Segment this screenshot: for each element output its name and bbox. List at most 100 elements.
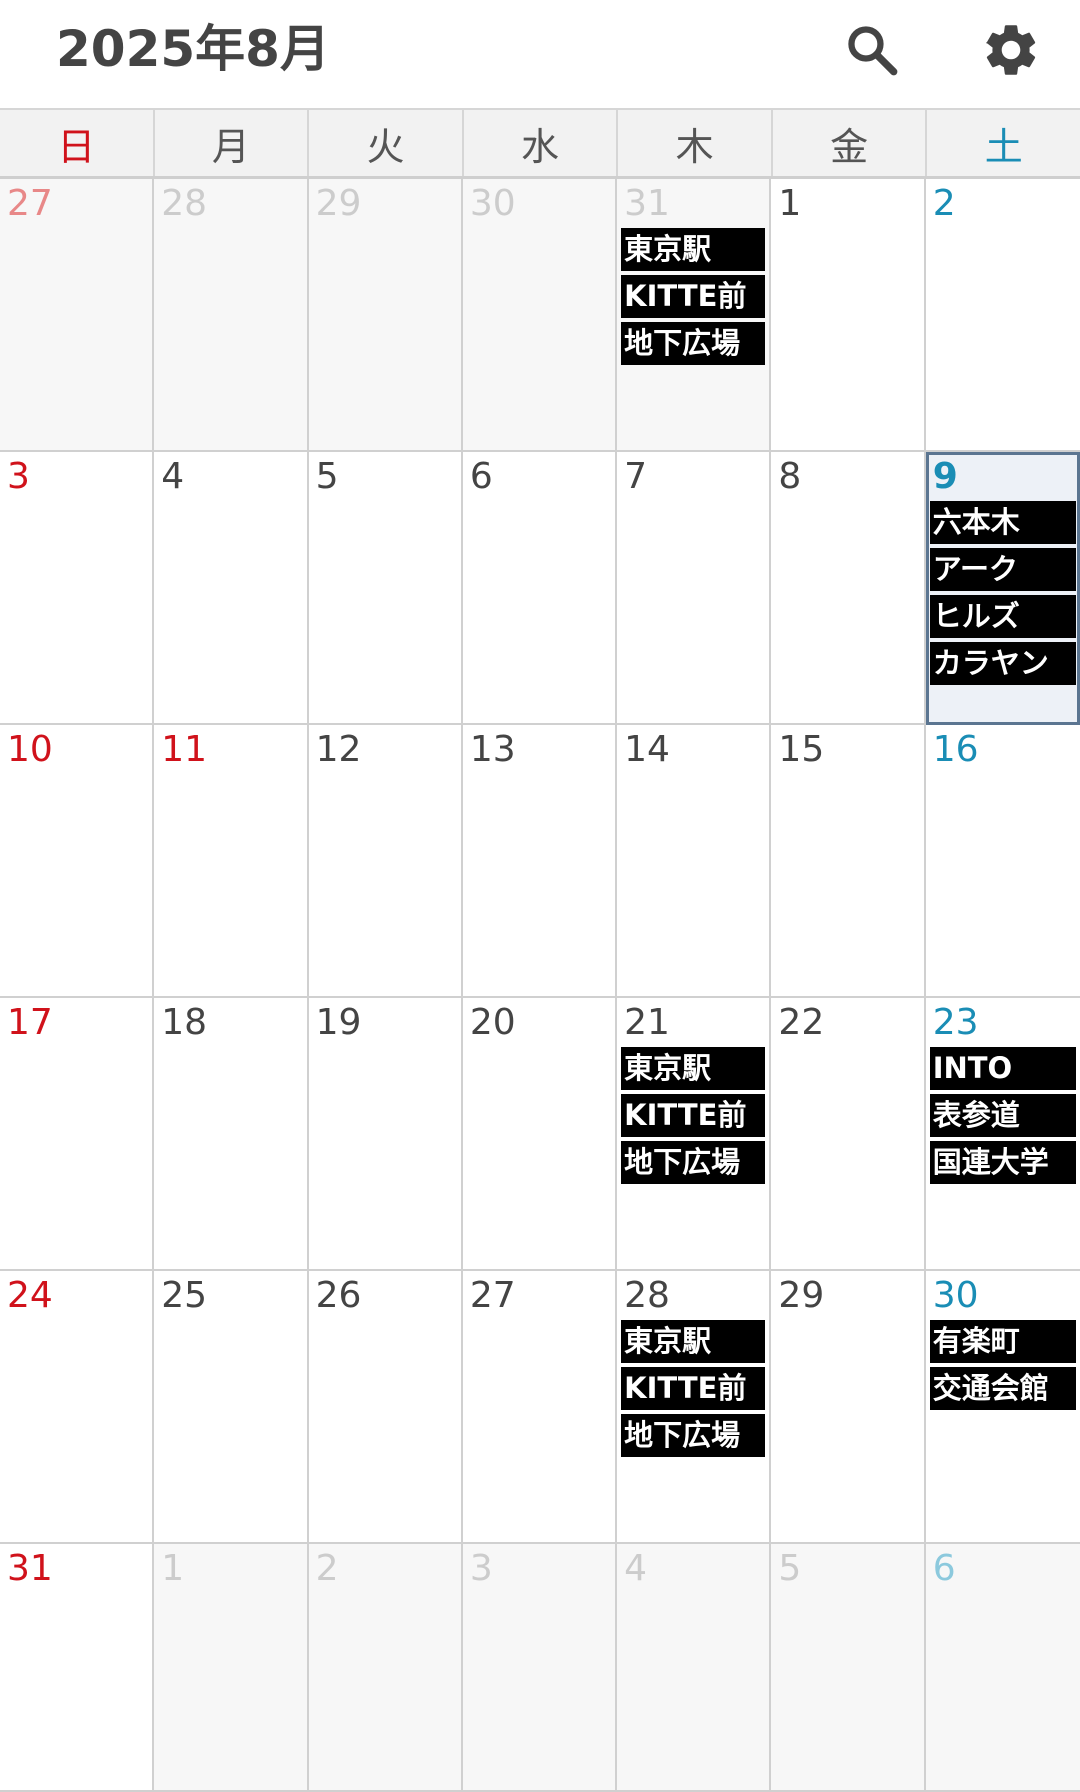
day-number: 22 [778,1002,825,1043]
day-cell[interactable]: 9 六本木 アーク ヒルズ カラヤン [925,452,1080,725]
weekday-tuesday: 火 [309,110,464,176]
event-list: 東京駅 KITTE前 地下広場 [621,1320,766,1457]
day-cell[interactable]: 1 [771,179,926,452]
app-header: 2025年8月 [0,0,1080,108]
day-cell[interactable]: 2 [308,1544,463,1792]
day-cell[interactable]: 10 [0,725,155,998]
event-chip[interactable]: KITTE前 [621,275,766,318]
day-cell[interactable]: 31 [0,1544,155,1792]
day-number: 27 [7,183,53,224]
day-number: 30 [932,1275,979,1316]
day-cell[interactable]: 19 [308,998,463,1271]
event-chip[interactable]: INTO [929,1047,1076,1090]
day-cell[interactable]: 1 [154,1544,309,1792]
event-chip[interactable]: 六本木 [929,501,1076,544]
event-chip[interactable]: 地下広場 [621,322,766,365]
settings-button[interactable] [975,14,1047,86]
event-chip[interactable]: KITTE前 [621,1094,766,1137]
event-chip[interactable]: 地下広場 [621,1414,766,1457]
day-number: 19 [315,1002,362,1043]
day-cell[interactable]: 6 [925,1544,1080,1792]
day-cell[interactable]: 7 [617,452,772,725]
day-cell[interactable]: 21 東京駅 KITTE前 地下広場 [617,998,772,1271]
event-chip[interactable]: 東京駅 [621,1047,766,1090]
day-cell[interactable]: 18 [154,998,309,1271]
day-number: 11 [161,729,208,770]
day-cell[interactable]: 17 [0,998,155,1271]
day-cell[interactable]: 31 東京駅 KITTE前 地下広場 [617,179,772,452]
event-chip[interactable]: 東京駅 [621,1320,766,1363]
day-number: 9 [932,456,958,497]
day-number: 23 [932,1002,979,1043]
day-number: 31 [7,1548,53,1589]
day-cell[interactable]: 3 [462,1544,618,1792]
event-list: 東京駅 KITTE前 地下広場 [621,1047,766,1184]
event-chip[interactable]: 有楽町 [929,1320,1076,1363]
event-chip[interactable]: 国連大学 [929,1141,1076,1184]
day-cell[interactable]: 24 [0,1271,155,1544]
day-cell[interactable]: 28 [154,179,309,452]
day-number: 1 [778,183,802,224]
day-number: 14 [624,729,670,770]
day-number: 2 [315,1548,339,1589]
day-cell[interactable]: 30 [462,179,618,452]
day-cell[interactable]: 4 [617,1544,772,1792]
weekday-monday: 月 [155,110,310,176]
day-cell[interactable]: 22 [771,998,926,1271]
event-chip[interactable]: アーク [929,548,1076,591]
day-cell[interactable]: 5 [771,1544,926,1792]
event-chip[interactable]: KITTE前 [621,1367,766,1410]
day-cell[interactable]: 30 有楽町 交通会館 [925,1271,1080,1544]
day-number: 31 [624,183,670,224]
day-number: 2 [932,183,956,224]
day-cell[interactable]: 20 [462,998,618,1271]
day-number: 28 [161,183,208,224]
day-number: 16 [932,729,979,770]
event-chip[interactable]: ヒルズ [929,595,1076,638]
day-number: 29 [315,183,362,224]
gear-icon [986,25,1036,75]
event-chip[interactable]: 表参道 [929,1094,1076,1137]
month-title[interactable]: 2025年8月 [56,14,330,84]
day-number: 29 [778,1275,825,1316]
day-cell[interactable]: 5 [308,452,463,725]
day-cell[interactable]: 16 [925,725,1080,998]
event-chip[interactable]: カラヤン [929,642,1076,685]
day-cell[interactable]: 28 東京駅 KITTE前 地下広場 [617,1271,772,1544]
day-cell[interactable]: 2 [925,179,1080,452]
day-number: 25 [161,1275,208,1316]
day-cell[interactable]: 4 [154,452,309,725]
day-cell[interactable]: 3 [0,452,155,725]
day-cell[interactable]: 23 INTO 表参道 国連大学 [925,998,1080,1271]
weekday-friday: 金 [773,110,928,176]
day-number: 13 [469,729,516,770]
day-cell[interactable]: 11 [154,725,309,998]
day-cell[interactable]: 27 [0,179,155,452]
day-number: 8 [778,456,802,497]
event-chip[interactable]: 東京駅 [621,228,766,271]
event-chip[interactable]: 地下広場 [621,1141,766,1184]
day-number: 24 [7,1275,53,1316]
weekday-saturday: 土 [984,124,1023,169]
day-number: 20 [469,1002,516,1043]
event-chip[interactable]: 交通会館 [929,1367,1076,1410]
day-cell[interactable]: 26 [308,1271,463,1544]
search-button[interactable] [836,14,908,86]
day-cell[interactable]: 14 [617,725,772,998]
day-cell[interactable]: 12 [308,725,463,998]
day-cell[interactable]: 29 [771,1271,926,1544]
event-list: 有楽町 交通会館 [929,1320,1076,1410]
day-number: 26 [315,1275,362,1316]
day-cell[interactable]: 13 [462,725,618,998]
day-cell[interactable]: 8 [771,452,926,725]
event-list: 六本木 アーク ヒルズ カラヤン [929,501,1076,685]
day-number: 30 [469,183,516,224]
day-cell[interactable]: 27 [462,1271,618,1544]
day-cell[interactable]: 29 [308,179,463,452]
day-cell[interactable]: 15 [771,725,926,998]
day-number: 21 [624,1002,670,1043]
weekday-sunday: 日 [0,110,155,176]
day-cell[interactable]: 6 [462,452,618,725]
day-cell[interactable]: 25 [154,1271,309,1544]
day-number: 4 [624,1548,648,1589]
